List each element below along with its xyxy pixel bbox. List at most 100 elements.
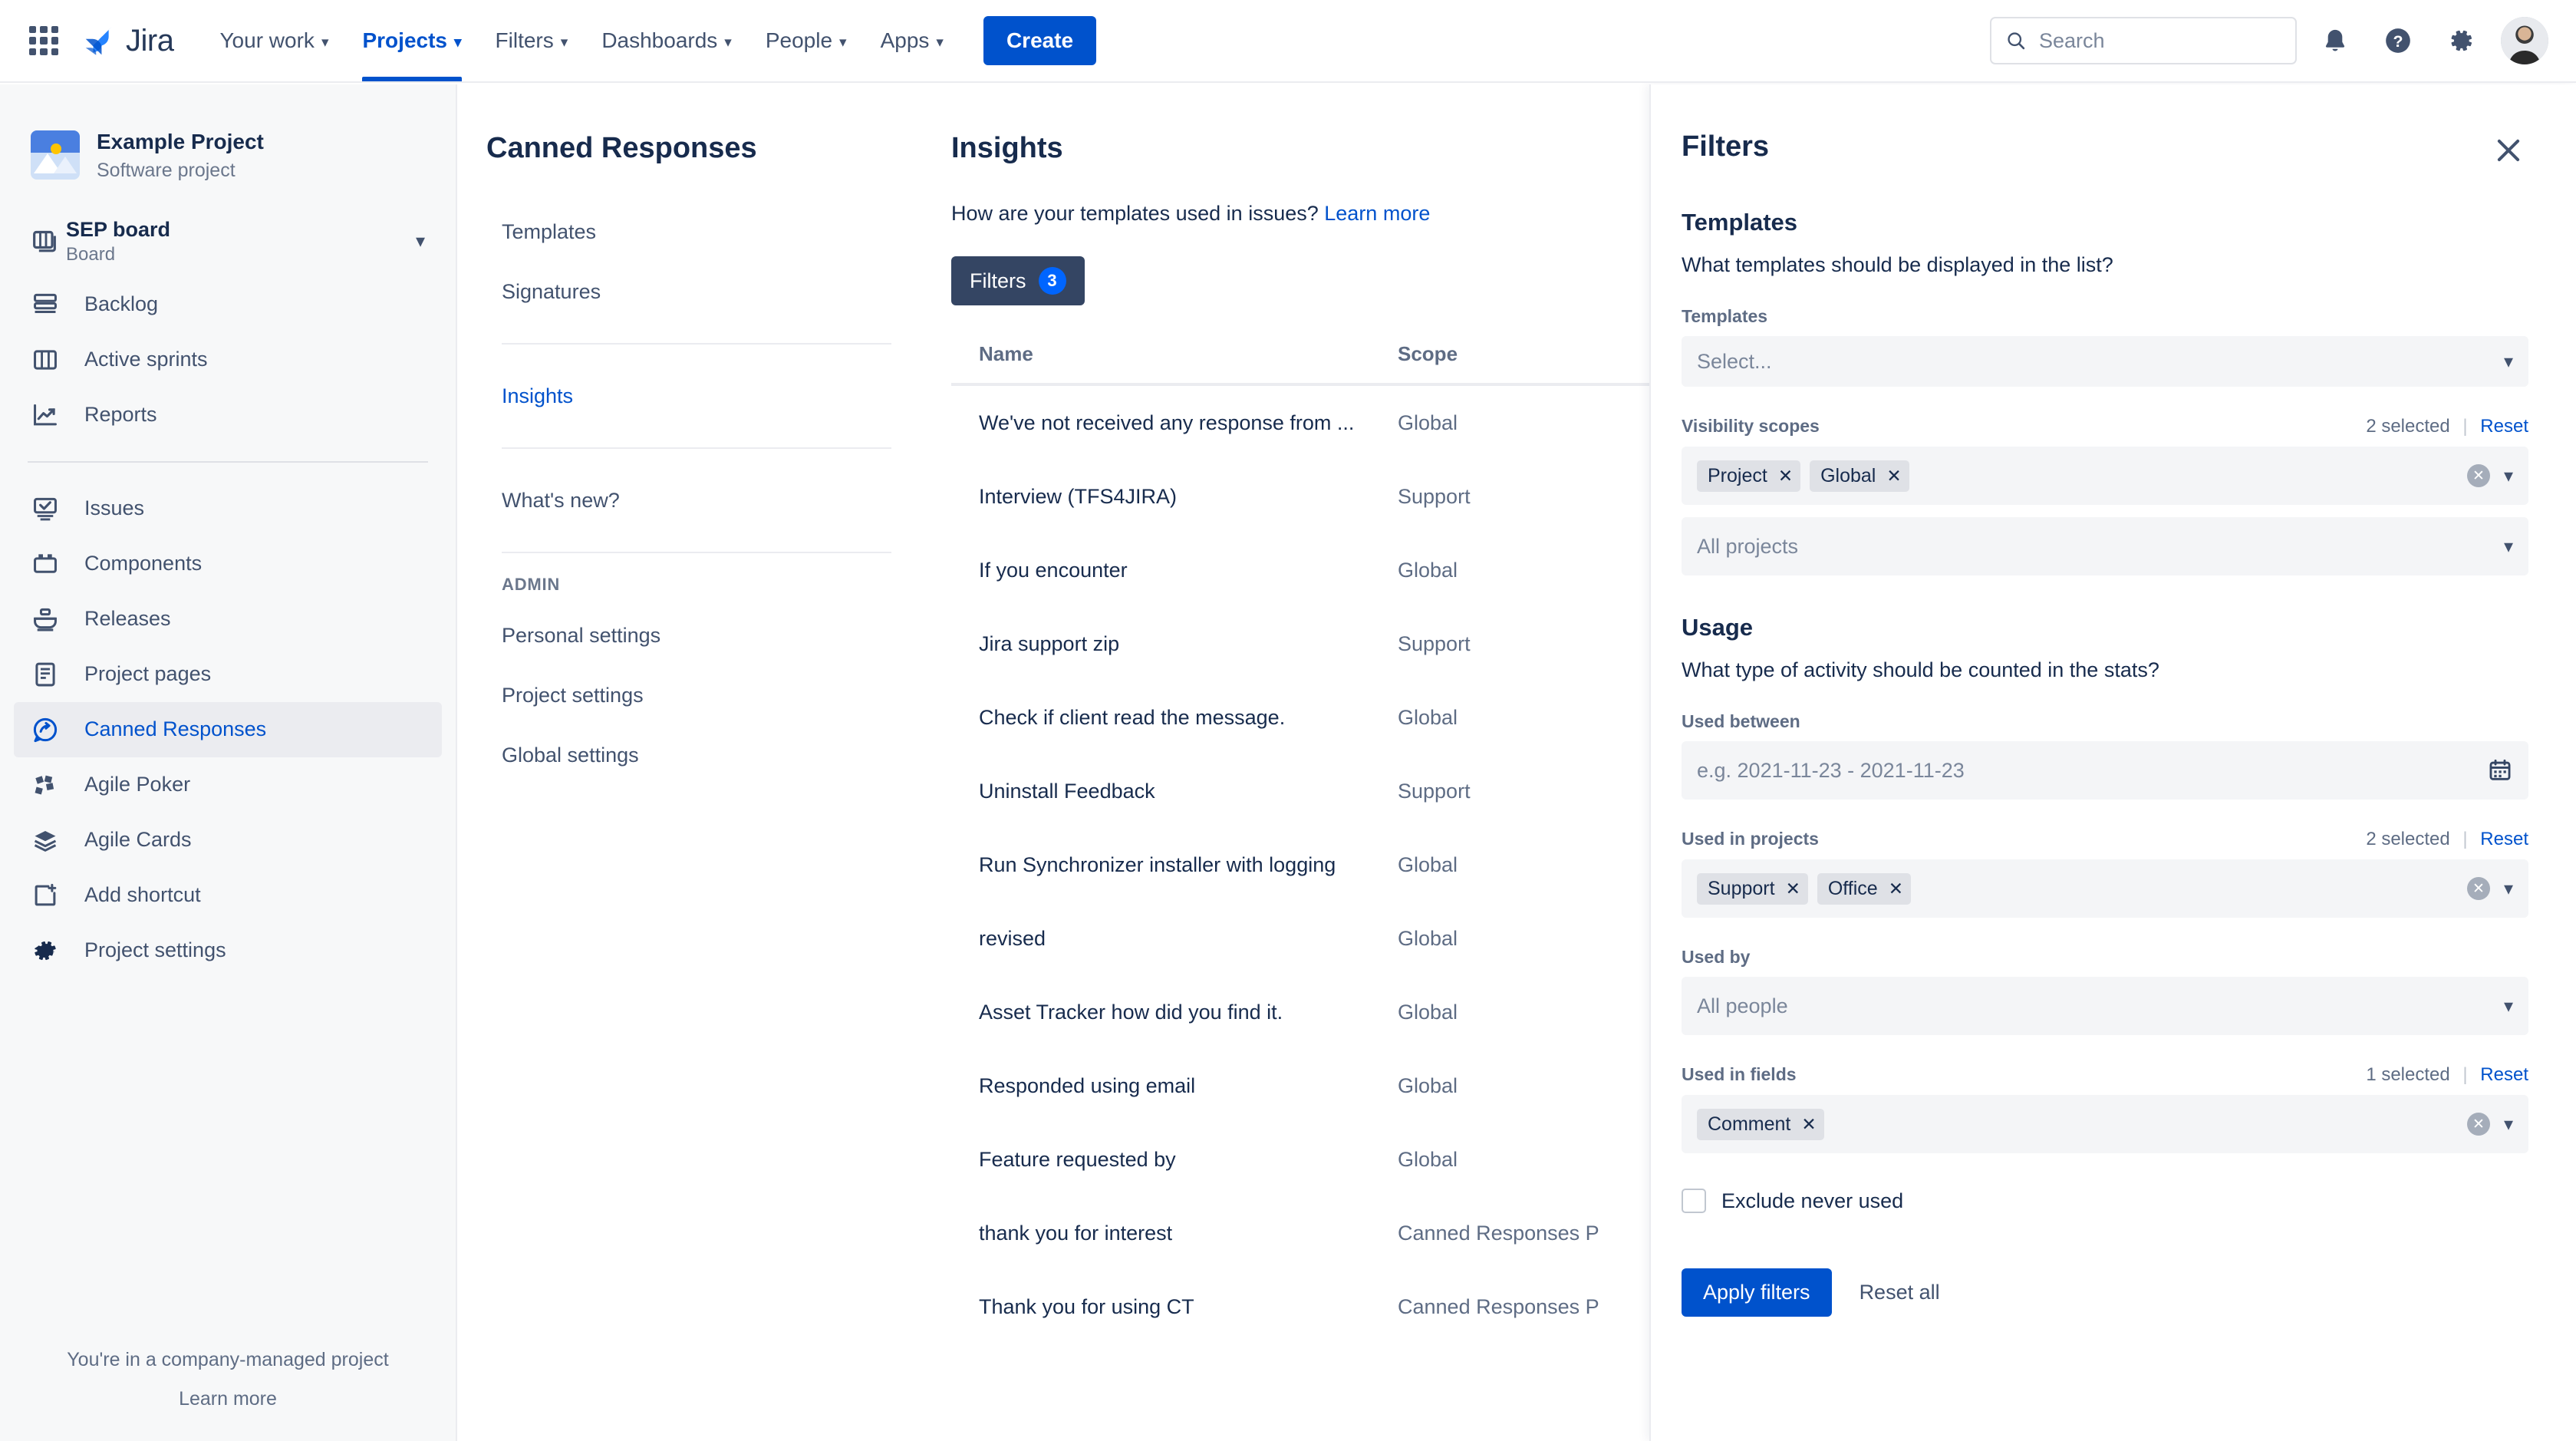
templates-select[interactable]: Select... ▾ bbox=[1682, 336, 2528, 387]
help-button[interactable]: ? bbox=[2373, 16, 2423, 65]
sidebar-item-canned-responses[interactable]: Canned Responses bbox=[14, 701, 442, 757]
secnav-group-3: What's new? bbox=[459, 470, 919, 530]
sidebar-learn-more-link[interactable]: Learn more bbox=[0, 1388, 456, 1410]
used-in-fields-select[interactable]: Comment ✕ ✕ ▾ bbox=[1682, 1095, 2528, 1153]
secnav-item-whats-new[interactable]: What's new? bbox=[459, 470, 919, 530]
sidebar-item-board[interactable]: SEP board Board ▾ bbox=[14, 206, 442, 277]
agile-poker-icon bbox=[31, 770, 66, 800]
chip-remove-icon[interactable]: ✕ bbox=[1786, 879, 1800, 899]
templates-section-heading: Templates bbox=[1682, 209, 1798, 236]
sidebar-item-project-pages[interactable]: Project pages bbox=[14, 647, 442, 702]
clear-all-icon[interactable]: ✕ bbox=[2466, 464, 2490, 487]
sidebar-item-releases[interactable]: Releases bbox=[14, 592, 442, 647]
secnav-item-personal-settings[interactable]: Personal settings bbox=[459, 605, 919, 665]
chevron-down-icon[interactable]: ▾ bbox=[416, 230, 425, 252]
close-icon[interactable] bbox=[2489, 130, 2528, 170]
sidebar-item-agile-poker[interactable]: Agile Poker bbox=[14, 757, 442, 813]
sidebar-item-components[interactable]: Components bbox=[14, 536, 442, 592]
backlog-icon bbox=[31, 290, 66, 319]
visibility-scopes-select[interactable]: Project ✕ Global ✕ ✕ ▾ bbox=[1682, 447, 2528, 505]
apply-filters-button[interactable]: Apply filters bbox=[1682, 1268, 1832, 1317]
calendar-icon[interactable] bbox=[2487, 757, 2513, 783]
secnav-item-templates[interactable]: Templates bbox=[459, 202, 919, 262]
board-stack-icon bbox=[31, 226, 66, 257]
chevron-down-icon: ▾ bbox=[839, 34, 847, 51]
app-switcher-icon[interactable] bbox=[26, 23, 61, 58]
sidebar-item-backlog[interactable]: Backlog bbox=[14, 277, 442, 332]
exclude-never-used-row[interactable]: Exclude never used bbox=[1682, 1189, 2528, 1213]
secnav-divider-1 bbox=[502, 343, 891, 345]
all-projects-value: All projects bbox=[1697, 534, 1799, 558]
board-columns-icon bbox=[31, 345, 66, 374]
chevron-down-icon: ▾ bbox=[2503, 465, 2513, 486]
sidebar-item-reports-label: Reports bbox=[84, 403, 157, 427]
nav-dashboards-label: Dashboards bbox=[601, 28, 718, 52]
sidebar-item-add-shortcut[interactable]: Add shortcut bbox=[14, 868, 442, 923]
settings-button[interactable] bbox=[2436, 16, 2485, 65]
nav-filters[interactable]: Filters ▾ bbox=[479, 0, 585, 81]
canned-responses-icon bbox=[31, 715, 66, 744]
chevron-down-icon: ▾ bbox=[2503, 536, 2513, 557]
user-avatar[interactable] bbox=[2501, 17, 2548, 64]
secnav-item-insights[interactable]: Insights bbox=[459, 366, 919, 426]
gear-icon bbox=[31, 936, 66, 965]
nav-people[interactable]: People ▾ bbox=[749, 0, 864, 81]
used-by-select[interactable]: All people ▾ bbox=[1682, 977, 2528, 1035]
used-between-input[interactable]: e.g. 2021-11-23 - 2021-11-23 bbox=[1682, 741, 2528, 800]
used-in-projects-select[interactable]: Support ✕ Office ✕ ✕ ▾ bbox=[1682, 859, 2528, 918]
nav-people-label: People bbox=[765, 28, 833, 52]
chip-remove-icon[interactable]: ✕ bbox=[1778, 466, 1793, 486]
meta-separator: | bbox=[2462, 829, 2468, 849]
sidebar-item-issues[interactable]: Issues bbox=[14, 481, 442, 536]
filters-toggle-label: Filters bbox=[970, 269, 1026, 292]
visibility-scopes-reset[interactable]: Reset bbox=[2480, 416, 2528, 437]
chevron-down-icon: ▾ bbox=[936, 34, 944, 51]
jira-logo[interactable]: Jira bbox=[81, 23, 174, 58]
learn-more-link[interactable]: Learn more bbox=[1324, 202, 1430, 225]
chip-remove-icon[interactable]: ✕ bbox=[1889, 879, 1903, 899]
clear-all-icon[interactable]: ✕ bbox=[2466, 877, 2490, 900]
help-icon: ? bbox=[2386, 28, 2410, 53]
secnav-item-project-settings[interactable]: Project settings bbox=[459, 665, 919, 725]
chevron-down-icon: ▾ bbox=[560, 34, 568, 51]
used-by-field: Used by All people ▾ bbox=[1682, 947, 2528, 1035]
canned-responses-nav: Canned Responses Templates Signatures In… bbox=[459, 84, 919, 1441]
sidebar-item-components-label: Components bbox=[84, 552, 203, 575]
search-input[interactable]: Search bbox=[1990, 17, 2297, 64]
templates-select-value: Select... bbox=[1697, 349, 1772, 373]
filters-count-badge: 3 bbox=[1038, 267, 1066, 295]
meta-separator: | bbox=[2462, 1064, 2468, 1085]
sidebar-item-project-settings[interactable]: Project settings bbox=[14, 923, 442, 978]
cell-name: Thank you for using CT bbox=[979, 1294, 1194, 1318]
chip-remove-icon[interactable]: ✕ bbox=[1801, 1114, 1816, 1135]
company-managed-note: You're in a company-managed project bbox=[67, 1349, 389, 1370]
sidebar-item-agile-cards[interactable]: Agile Cards bbox=[14, 813, 442, 868]
nav-dashboards[interactable]: Dashboards ▾ bbox=[585, 0, 749, 81]
filters-toggle-button[interactable]: Filters 3 bbox=[951, 256, 1085, 305]
used-in-projects-reset[interactable]: Reset bbox=[2480, 829, 2528, 849]
chip: Global ✕ bbox=[1810, 460, 1909, 492]
notifications-button[interactable] bbox=[2311, 16, 2360, 65]
all-projects-select[interactable]: All projects ▾ bbox=[1682, 517, 2528, 575]
chevron-down-icon: ▾ bbox=[724, 34, 732, 51]
nav-apps[interactable]: Apps ▾ bbox=[864, 0, 960, 81]
sidebar-item-active-sprints[interactable]: Active sprints bbox=[14, 332, 442, 387]
nav-projects[interactable]: Projects ▾ bbox=[345, 0, 478, 81]
nav-your-work[interactable]: Your work ▾ bbox=[203, 0, 345, 81]
secnav-item-global-settings[interactable]: Global settings bbox=[459, 725, 919, 785]
filters-panel-title: Filters bbox=[1682, 130, 1770, 163]
cell-name: revised bbox=[979, 926, 1046, 950]
used-in-fields-reset[interactable]: Reset bbox=[2480, 1064, 2528, 1085]
reset-all-button[interactable]: Reset all bbox=[1841, 1268, 1958, 1317]
create-button[interactable]: Create bbox=[983, 16, 1097, 65]
chip-label: Support bbox=[1708, 877, 1775, 899]
sidebar-item-reports[interactable]: Reports bbox=[14, 387, 442, 443]
chip-label: Office bbox=[1827, 877, 1878, 899]
exclude-never-used-checkbox[interactable] bbox=[1682, 1189, 1706, 1213]
chip-remove-icon[interactable]: ✕ bbox=[1886, 466, 1901, 486]
project-header[interactable]: Example Project Software project bbox=[0, 84, 456, 182]
clear-all-icon[interactable]: ✕ bbox=[2466, 1113, 2490, 1136]
used-in-fields-count: 1 selected bbox=[2366, 1064, 2450, 1085]
sidebar-nav-list-2: Issues Components Releases Project pages bbox=[0, 481, 456, 978]
secnav-item-signatures[interactable]: Signatures bbox=[459, 262, 919, 322]
